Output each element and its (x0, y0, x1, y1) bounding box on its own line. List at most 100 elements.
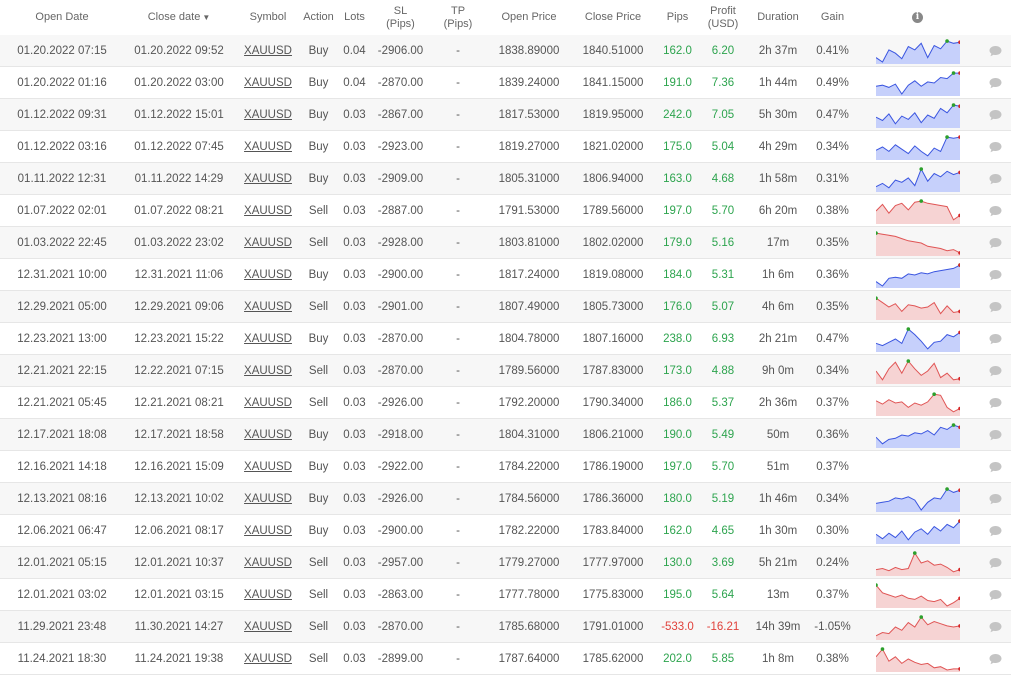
comment-icon[interactable] (989, 589, 1002, 601)
comment-icon[interactable] (989, 525, 1002, 537)
comment-icon[interactable] (989, 461, 1002, 473)
symbol-link[interactable]: XAUUSD (236, 364, 300, 378)
tp-cell-text: - (456, 652, 460, 665)
comment-icon[interactable] (989, 429, 1002, 441)
comment-icon[interactable] (989, 365, 1002, 377)
comment-icon[interactable] (989, 493, 1002, 505)
header-action[interactable]: Action (300, 11, 337, 24)
symbol-link-text[interactable]: XAUUSD (244, 173, 292, 185)
table-row[interactable]: 11.24.2021 18:30 11.24.2021 19:38 XAUUSD Se… (0, 643, 1011, 675)
symbol-link-text[interactable]: XAUUSD (244, 109, 292, 121)
symbol-link[interactable]: XAUUSD (236, 332, 300, 346)
symbol-link[interactable]: XAUUSD (236, 204, 300, 218)
table-row[interactable]: 12.16.2021 14:18 12.16.2021 15:09 XAUUSD Bu… (0, 451, 1011, 483)
symbol-link-text[interactable]: XAUUSD (244, 429, 292, 441)
info-icon[interactable]: i (912, 12, 923, 23)
comment-icon[interactable] (989, 301, 1002, 313)
table-row[interactable]: 12.17.2021 18:08 12.17.2021 18:58 XAUUSD Bu… (0, 419, 1011, 451)
symbol-link-text[interactable]: XAUUSD (244, 621, 292, 633)
symbol-link[interactable]: XAUUSD (236, 140, 300, 154)
comment-icon[interactable] (989, 205, 1002, 217)
comment-icon[interactable] (989, 109, 1002, 121)
comment-icon[interactable] (989, 77, 1002, 89)
close-date-cell: 12.23.2021 15:22 (122, 332, 236, 346)
header-sl[interactable]: SL (Pips) (372, 5, 429, 31)
comment-icon[interactable] (989, 269, 1002, 281)
sparkline-chart (875, 422, 960, 448)
table-row[interactable]: 12.23.2021 13:00 12.23.2021 15:22 XAUUSD Bu… (0, 323, 1011, 355)
symbol-link[interactable]: XAUUSD (236, 396, 300, 410)
table-row[interactable]: 11.29.2021 23:48 11.30.2021 14:27 XAUUSD Se… (0, 611, 1011, 643)
symbol-link[interactable]: XAUUSD (236, 524, 300, 538)
close-price-cell: 1806.21000 (571, 428, 655, 442)
table-row[interactable]: 12.31.2021 10:00 12.31.2021 11:06 XAUUSD Bu… (0, 259, 1011, 291)
table-row[interactable]: 01.07.2022 02:01 01.07.2022 08:21 XAUUSD Se… (0, 195, 1011, 227)
symbol-link[interactable]: XAUUSD (236, 268, 300, 282)
symbol-link-text[interactable]: XAUUSD (244, 205, 292, 217)
table-row[interactable]: 12.01.2021 05:15 12.01.2021 10:37 XAUUSD Se… (0, 547, 1011, 579)
symbol-link[interactable]: XAUUSD (236, 620, 300, 634)
header-tp[interactable]: TP (Pips) (429, 5, 487, 31)
header-pips[interactable]: Pips (655, 11, 700, 24)
symbol-link[interactable]: XAUUSD (236, 44, 300, 58)
comment-icon[interactable] (989, 237, 1002, 249)
symbol-link-text[interactable]: XAUUSD (244, 237, 292, 249)
symbol-link-text[interactable]: XAUUSD (244, 365, 292, 377)
comment-icon[interactable] (989, 173, 1002, 185)
symbol-link[interactable]: XAUUSD (236, 172, 300, 186)
table-row[interactable]: 01.20.2022 07:15 01.20.2022 09:52 XAUUSD Bu… (0, 35, 1011, 67)
header-open-price[interactable]: Open Price (487, 11, 571, 24)
header-lots[interactable]: Lots (337, 11, 372, 24)
symbol-link-text[interactable]: XAUUSD (244, 589, 292, 601)
symbol-link[interactable]: XAUUSD (236, 492, 300, 506)
comment-icon[interactable] (989, 397, 1002, 409)
table-row[interactable]: 12.01.2021 03:02 12.01.2021 03:15 XAUUSD Se… (0, 579, 1011, 611)
header-profit[interactable]: Profit (USD) (700, 5, 746, 31)
open-date-cell: 01.07.2022 02:01 (0, 204, 122, 218)
lots-cell-text: 0.03 (343, 108, 366, 121)
symbol-link-text[interactable]: XAUUSD (244, 333, 292, 345)
header-symbol[interactable]: Symbol (236, 11, 300, 24)
table-row[interactable]: 01.12.2022 03:16 01.12.2022 07:45 XAUUSD Bu… (0, 131, 1011, 163)
symbol-link-text[interactable]: XAUUSD (244, 77, 292, 89)
symbol-link-text[interactable]: XAUUSD (244, 141, 292, 153)
comment-icon[interactable] (989, 333, 1002, 345)
symbol-link[interactable]: XAUUSD (236, 108, 300, 122)
table-row[interactable]: 12.29.2021 05:00 12.29.2021 09:06 XAUUSD Se… (0, 291, 1011, 323)
header-close-price[interactable]: Close Price (571, 11, 655, 24)
table-row[interactable]: 12.21.2021 22:15 12.22.2021 07:15 XAUUSD Se… (0, 355, 1011, 387)
comment-icon[interactable] (989, 141, 1002, 153)
symbol-link-text[interactable]: XAUUSD (244, 557, 292, 569)
comment-icon[interactable] (989, 653, 1002, 665)
symbol-link[interactable]: XAUUSD (236, 236, 300, 250)
symbol-link[interactable]: XAUUSD (236, 300, 300, 314)
table-row[interactable]: 01.12.2022 09:31 01.12.2022 15:01 XAUUSD Bu… (0, 99, 1011, 131)
table-row[interactable]: 01.20.2022 01:16 01.20.2022 03:00 XAUUSD Bu… (0, 67, 1011, 99)
comment-icon[interactable] (989, 557, 1002, 569)
comment-icon[interactable] (989, 621, 1002, 633)
symbol-link[interactable]: XAUUSD (236, 76, 300, 90)
symbol-link[interactable]: XAUUSD (236, 652, 300, 666)
symbol-link-text[interactable]: XAUUSD (244, 269, 292, 281)
symbol-link-text[interactable]: XAUUSD (244, 397, 292, 409)
header-close-date[interactable]: Close date ▼ (122, 11, 236, 24)
symbol-link[interactable]: XAUUSD (236, 460, 300, 474)
symbol-link[interactable]: XAUUSD (236, 556, 300, 570)
symbol-link-text[interactable]: XAUUSD (244, 653, 292, 665)
header-duration[interactable]: Duration (746, 11, 810, 24)
symbol-link-text[interactable]: XAUUSD (244, 45, 292, 57)
symbol-link-text[interactable]: XAUUSD (244, 461, 292, 473)
header-gain[interactable]: Gain (810, 11, 855, 24)
symbol-link-text[interactable]: XAUUSD (244, 525, 292, 537)
header-open-date[interactable]: Open Date (0, 11, 122, 24)
table-row[interactable]: 12.13.2021 08:16 12.13.2021 10:02 XAUUSD Bu… (0, 483, 1011, 515)
table-row[interactable]: 01.11.2022 12:31 01.11.2022 14:29 XAUUSD Bu… (0, 163, 1011, 195)
symbol-link-text[interactable]: XAUUSD (244, 301, 292, 313)
comment-icon[interactable] (989, 45, 1002, 57)
table-row[interactable]: 12.06.2021 06:47 12.06.2021 08:17 XAUUSD Bu… (0, 515, 1011, 547)
table-row[interactable]: 01.03.2022 22:45 01.03.2022 23:02 XAUUSD Se… (0, 227, 1011, 259)
table-row[interactable]: 12.21.2021 05:45 12.21.2021 08:21 XAUUSD Se… (0, 387, 1011, 419)
symbol-link[interactable]: XAUUSD (236, 588, 300, 602)
symbol-link[interactable]: XAUUSD (236, 428, 300, 442)
symbol-link-text[interactable]: XAUUSD (244, 493, 292, 505)
